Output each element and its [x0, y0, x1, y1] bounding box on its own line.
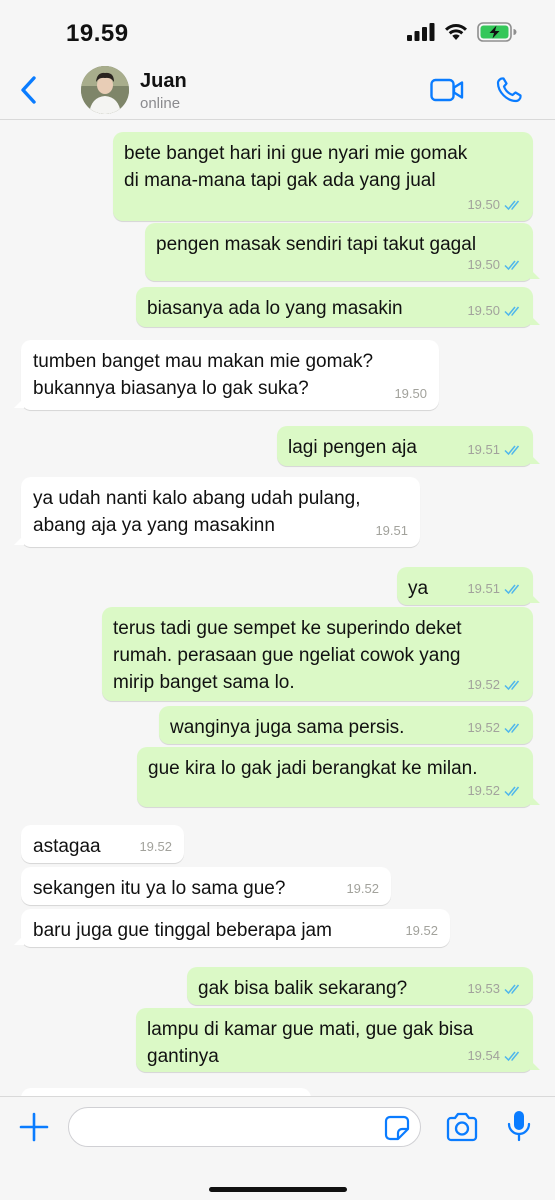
message-bubble-incoming[interactable]: astagaa 19.52 [21, 825, 184, 863]
contact-status: online [140, 95, 181, 112]
message-bubble-outgoing[interactable]: lampu di kamar gue mati, gue gak bisa ga… [136, 1008, 540, 1072]
battery-charging-icon [477, 22, 517, 42]
read-ticks-icon [504, 786, 520, 796]
message-meta: 19.51 [467, 436, 523, 463]
message-time: 19.50 [467, 303, 500, 318]
sticker-button[interactable] [384, 1115, 410, 1141]
message-bubble-incoming-partial[interactable] [21, 1088, 311, 1096]
message-meta: 19.52 [467, 714, 523, 741]
message-bubble-outgoing[interactable]: biasanya ada lo yang masakin 19.50 [136, 287, 540, 327]
message-bubble-incoming[interactable]: baru juga gue tinggal beberapa jam 19.52 [14, 909, 450, 947]
message-meta: 19.50 [467, 191, 523, 218]
read-ticks-icon [504, 445, 520, 455]
home-indicator [209, 1187, 347, 1192]
message-bubble-incoming[interactable]: tumben banget mau makan mie gomak? bukan… [14, 340, 439, 410]
message-meta: 19.54 [467, 1042, 523, 1069]
message-input-bar [0, 1096, 555, 1200]
message-meta: 19.50 [467, 297, 523, 324]
microphone-button[interactable] [505, 1109, 533, 1143]
message-text: ya udah nanti kalo abang udah pulang, ab… [33, 488, 361, 536]
message-bubble-outgoing[interactable]: gak bisa balik sekarang? 19.53 [187, 967, 533, 1005]
chat-header: Juan online [0, 60, 555, 120]
message-time: 19.51 [467, 581, 500, 596]
status-bar: 19.59 [0, 0, 555, 60]
back-chevron-icon [21, 76, 36, 104]
message-time: 19.50 [467, 257, 500, 272]
message-meta: 19.53 [467, 975, 523, 1002]
status-icons [407, 22, 517, 42]
avatar-photo [81, 66, 129, 114]
back-button[interactable] [14, 70, 42, 110]
plus-icon [19, 1112, 49, 1142]
voice-call-button[interactable] [493, 74, 525, 106]
message-input[interactable] [68, 1107, 421, 1147]
contact-name[interactable]: Juan [140, 70, 187, 93]
video-call-button[interactable] [429, 76, 465, 104]
message-text: tumben banget mau makan mie gomak? bukan… [33, 351, 374, 399]
read-ticks-icon [504, 306, 520, 316]
message-meta: 19.52 [405, 917, 438, 944]
message-bubble-outgoing[interactable]: bete banget hari ini gue nyari mie gomak… [113, 132, 533, 221]
message-text: baru juga gue tinggal beberapa jam [33, 920, 332, 941]
avatar[interactable] [81, 66, 129, 114]
message-time: 19.51 [375, 523, 408, 538]
video-call-icon [430, 78, 464, 102]
message-bubble-outgoing[interactable]: wanginya juga sama persis. 19.52 [159, 706, 533, 744]
message-text: sekangen itu ya lo sama gue? [33, 878, 286, 899]
message-text: lampu di kamar gue mati, gue gak bisa ga… [147, 1019, 474, 1067]
message-bubble-outgoing[interactable]: pengen masak sendiri tapi takut gagal 19… [145, 223, 540, 281]
message-meta: 19.52 [346, 875, 379, 902]
message-time: 19.50 [467, 197, 500, 212]
message-meta: 19.50 [394, 380, 427, 407]
read-ticks-icon [504, 260, 520, 270]
message-bubble-outgoing[interactable]: gue kira lo gak jadi berangkat ke milan.… [137, 747, 540, 807]
message-time: 19.53 [467, 981, 500, 996]
message-bubble-outgoing[interactable]: lagi pengen aja 19.51 [277, 426, 540, 466]
message-text: biasanya ada lo yang masakin [147, 298, 403, 319]
message-time: 19.52 [467, 783, 500, 798]
message-time: 19.52 [346, 881, 379, 896]
message-meta: 19.52 [467, 777, 523, 804]
phone-icon [496, 77, 522, 103]
read-ticks-icon [504, 584, 520, 594]
signal-icon [407, 23, 435, 41]
message-text: bete banget hari ini gue nyari mie gomak… [124, 143, 468, 191]
message-time: 19.54 [467, 1048, 500, 1063]
message-time: 19.50 [394, 386, 427, 401]
message-text: pengen masak sendiri tapi takut gagal [156, 234, 477, 255]
message-time: 19.52 [139, 839, 172, 854]
message-meta: 19.52 [139, 833, 172, 860]
message-bubble-incoming[interactable]: sekangen itu ya lo sama gue? 19.52 [21, 867, 391, 905]
message-text: terus tadi gue sempet ke superindo deket… [113, 618, 462, 693]
read-ticks-icon [504, 984, 520, 994]
message-list[interactable]: bete banget hari ini gue nyari mie gomak… [0, 121, 555, 1096]
message-time: 19.52 [467, 720, 500, 735]
message-meta: 19.51 [467, 575, 523, 602]
message-bubble-outgoing[interactable]: ya 19.51 [397, 567, 540, 605]
attach-button[interactable] [18, 1111, 50, 1143]
microphone-icon [507, 1111, 531, 1142]
camera-button[interactable] [445, 1112, 479, 1142]
sticker-icon [384, 1115, 410, 1141]
read-ticks-icon [504, 1051, 520, 1061]
message-time: 19.51 [467, 442, 500, 457]
read-ticks-icon [504, 200, 520, 210]
message-text: gue kira lo gak jadi berangkat ke milan. [148, 758, 478, 779]
message-bubble-outgoing[interactable]: terus tadi gue sempet ke superindo deket… [102, 607, 533, 701]
message-time: 19.52 [467, 677, 500, 692]
camera-icon [446, 1112, 478, 1142]
message-meta: 19.52 [467, 671, 523, 698]
read-ticks-icon [504, 680, 520, 690]
message-time: 19.52 [405, 923, 438, 938]
wifi-icon [445, 24, 467, 40]
status-time: 19.59 [66, 20, 129, 47]
message-bubble-incoming[interactable]: ya udah nanti kalo abang udah pulang, ab… [14, 477, 420, 547]
message-meta: 19.51 [375, 517, 408, 544]
read-ticks-icon [504, 723, 520, 733]
message-meta: 19.50 [467, 251, 523, 278]
